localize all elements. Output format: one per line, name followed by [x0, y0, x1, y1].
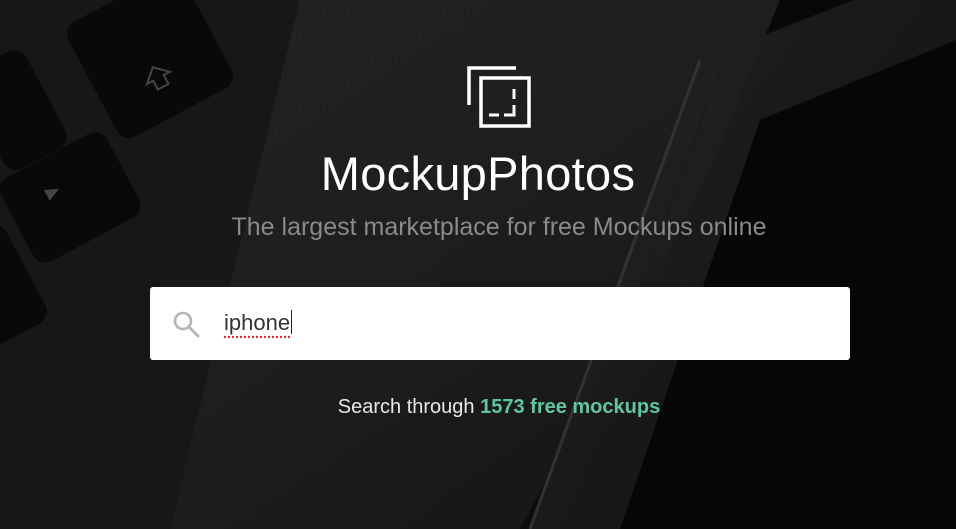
search-icon — [173, 311, 200, 338]
search-input[interactable]: iphone — [224, 308, 293, 338]
mockup-frame-logo-icon[interactable] — [466, 65, 532, 129]
mockup-count: 1573 — [480, 396, 525, 418]
search-input-value: iphone — [224, 310, 291, 335]
tagline-container: The largest marketplace for free Mockups… — [0, 211, 956, 243]
site-title: MockupPhotos — [320, 147, 636, 200]
count-prefix: Search through — [337, 396, 475, 418]
site-tagline: The largest marketplace for free Mockups… — [231, 213, 767, 241]
text-caret — [291, 310, 293, 334]
mockup-count-suffix: free mockups — [530, 396, 661, 418]
mockup-count-line: Search through 1573 free mockups — [0, 394, 956, 420]
mockup-count-link[interactable]: 1573 free mockups — [480, 396, 660, 418]
hero-section: MockupPhotos The largest marketplace for… — [0, 0, 956, 529]
